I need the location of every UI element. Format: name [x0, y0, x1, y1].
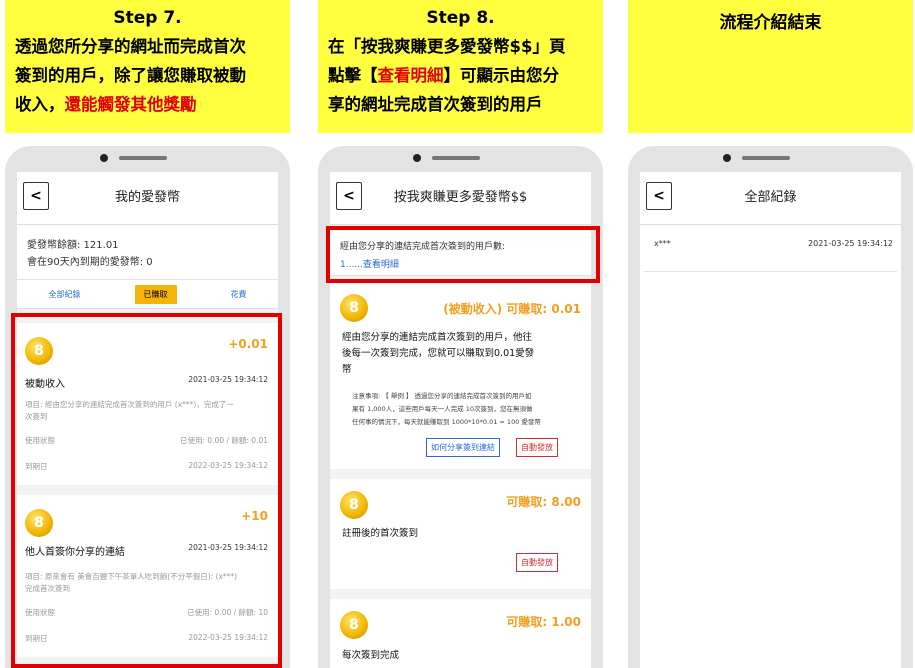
tab-spent[interactable]: 花費 — [222, 285, 256, 304]
page-title: 我的愛發幣 — [114, 190, 180, 205]
app-header: < 全部紀錄 — [640, 172, 901, 225]
earn-card: 8 可賺取: 1.00 每次簽到完成 — [330, 599, 591, 668]
step7-text: 透過您所分享的網址而完成首次 簽到的用戶，除了讓您賺取被動 收入，還能觸發其他獎… — [15, 32, 280, 119]
step7-title: Step 7. — [113, 8, 182, 28]
record-row[interactable]: x*** 2021-03-25 19:34:12 — [644, 225, 897, 272]
step8-highlight: 查看明細 — [377, 66, 444, 85]
camera-dot — [413, 154, 421, 162]
highlight-box — [11, 313, 282, 668]
back-button[interactable]: < — [23, 182, 49, 210]
balance-text: 愛發幣餘額: 121.01 — [27, 240, 119, 251]
camera-dot — [100, 154, 108, 162]
step7-line3: 收入，還能觸發其他獎勵 — [15, 95, 197, 114]
note-text: 注意事項: 【 舉例 】 透過您分享的連結完成首次簽到的用戶如 果有 1,000… — [352, 392, 541, 426]
coin-icon: 8 — [340, 611, 368, 639]
app-header: < 按我爽賺更多愛發幣$$ — [330, 172, 591, 225]
earn-amount: (被動收入) 可賺取: 0.01 — [443, 302, 581, 316]
tab-all-records[interactable]: 全部紀錄 — [40, 285, 90, 304]
phone-screen: < 全部紀錄 x*** 2021-03-25 19:34:12 — [640, 172, 901, 668]
record-user: x*** — [654, 239, 671, 248]
earn-description: 每次簽到完成 — [342, 650, 400, 661]
step7-line1: 透過您所分享的網址而完成首次 — [15, 37, 246, 56]
step7-line2: 簽到的用戶，除了讓您賺取被動 — [15, 66, 246, 85]
end-panel: 流程介紹結束 < 全部紀錄 x*** 2021-03-25 19:34:12 — [628, 0, 913, 668]
tab-earned[interactable]: 已賺取 — [134, 284, 177, 304]
phone-frame: < 按我爽賺更多愛發幣$$ 經由您分享的連結完成首次簽到的用戶數: 1.....… — [318, 146, 603, 668]
earn-amount: 可賺取: 1.00 — [506, 615, 581, 629]
expiring-text: 會在90天內到期的愛發幣: 0 — [27, 257, 153, 268]
step8-title: Step 8. — [426, 8, 495, 28]
earn-card: 8 可賺取: 8.00 註冊後的首次簽到 自動發放 — [330, 479, 591, 589]
phone-frame: < 全部紀錄 x*** 2021-03-25 19:34:12 — [628, 146, 913, 668]
back-button[interactable]: < — [646, 182, 672, 210]
end-text: 流程介紹結束 — [719, 13, 822, 33]
speaker-slot — [119, 156, 167, 160]
speaker-slot — [742, 156, 790, 160]
highlight-box — [326, 226, 600, 283]
step8-line2: 點擊【查看明細】可顯示由您分 — [328, 66, 559, 85]
back-button[interactable]: < — [336, 182, 362, 210]
step8-panel: Step 8. 在「按我爽賺更多愛發幣$$」頁 點擊【查看明細】可顯示由您分 享… — [318, 0, 603, 668]
record-date: 2021-03-25 19:34:12 — [808, 239, 893, 248]
step7-caption: Step 7. 透過您所分享的網址而完成首次 簽到的用戶，除了讓您賺取被動 收入… — [5, 0, 290, 133]
auto-issue-button[interactable]: 自動發放 — [516, 553, 558, 572]
speaker-slot — [432, 156, 480, 160]
coin-icon: 8 — [340, 294, 368, 322]
step8-line1: 在「按我爽賺更多愛發幣$$」頁 — [328, 37, 566, 56]
page-title: 按我爽賺更多愛發幣$$ — [393, 190, 528, 205]
earn-card: 8 (被動收入) 可賺取: 0.01 經由您分享的連結完成首次簽到的用戶，他往 … — [330, 284, 591, 469]
share-link-button[interactable]: 如何分享簽到連結 — [426, 438, 500, 457]
end-caption: 流程介紹結束 — [628, 0, 913, 133]
step8-text: 在「按我爽賺更多愛發幣$$」頁 點擊【查看明細】可顯示由您分 享的網址完成首次簽… — [328, 32, 593, 119]
step8-caption: Step 8. 在「按我爽賺更多愛發幣$$」頁 點擊【查看明細】可顯示由您分 享… — [318, 0, 603, 133]
step7-panel: Step 7. 透過您所分享的網址而完成首次 簽到的用戶，除了讓您賺取被動 收入… — [5, 0, 290, 668]
step7-highlight: 還能觸發其他獎勵 — [64, 95, 197, 114]
earn-amount: 可賺取: 8.00 — [506, 495, 581, 509]
auto-issue-button[interactable]: 自動發放 — [516, 438, 558, 457]
camera-dot — [723, 154, 731, 162]
earn-description: 註冊後的首次簽到 — [342, 528, 419, 539]
earn-description: 經由您分享的連結完成首次簽到的用戶，他往 後每一次簽到完成，您就可以賺取到0.0… — [342, 332, 535, 375]
app-header: < 我的愛發幣 — [17, 172, 278, 225]
page-title: 全部紀錄 — [744, 190, 797, 205]
step8-line3: 享的網址完成首次簽到的用戶 — [328, 95, 543, 114]
coin-icon: 8 — [340, 491, 368, 519]
tab-bar: 全部紀錄 已賺取 花費 — [17, 280, 278, 309]
balance-section: 愛發幣餘額: 121.01 會在90天內到期的愛發幣: 0 — [17, 225, 278, 280]
